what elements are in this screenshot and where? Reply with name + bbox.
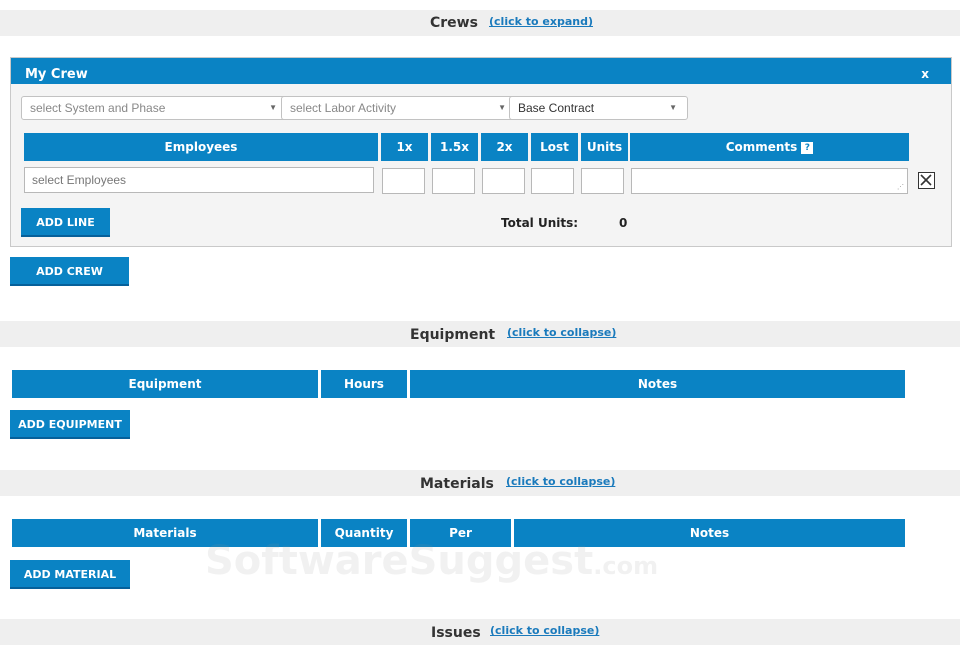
materials-title: Materials — [420, 476, 494, 492]
watermark-logo: SoftwareSuggest.com — [205, 538, 658, 584]
crew-title: My Crew — [25, 67, 88, 82]
equipment-toggle-link[interactable]: (click to collapse) — [507, 321, 616, 345]
total-units-label: Total Units: — [501, 216, 579, 230]
add-line-button[interactable]: ADD LINE — [21, 208, 110, 237]
equipment-notes-column-header: Notes — [410, 370, 905, 398]
materials-toggle-link[interactable]: (click to collapse) — [506, 470, 615, 494]
close-box-icon[interactable] — [918, 172, 935, 189]
comments-column-header: Comments? — [630, 133, 909, 161]
labor-activity-select[interactable]: select Labor Activity ▼ — [281, 96, 517, 120]
equipment-section-bar: Equipment (click to collapse) — [0, 321, 960, 347]
equipment-column-header: Equipment — [12, 370, 318, 398]
remove-line-glyph — [920, 174, 932, 186]
two-x-input[interactable] — [482, 168, 525, 194]
units-input[interactable] — [581, 168, 624, 194]
lost-input[interactable] — [531, 168, 574, 194]
comments-column-label: Comments — [725, 140, 798, 154]
add-equipment-button[interactable]: ADD EQUIPMENT — [10, 410, 130, 439]
chevron-down-icon: ▼ — [498, 103, 506, 112]
one-x-column-header: 1x — [381, 133, 428, 161]
one-five-x-column-header: 1.5x — [431, 133, 478, 161]
total-units-value: 0 — [619, 216, 628, 230]
crew-close-button[interactable]: x — [921, 58, 929, 84]
one-x-input[interactable] — [382, 168, 425, 194]
watermark-main: SoftwareSuggest — [205, 538, 594, 584]
crews-section-bar: Crews (click to expand) — [0, 10, 960, 36]
system-phase-select-label: select System and Phase — [30, 101, 166, 115]
question-icon[interactable]: ? — [801, 141, 814, 154]
issues-title: Issues — [431, 625, 481, 641]
two-x-column-header: 2x — [481, 133, 528, 161]
units-column-header: Units — [581, 133, 628, 161]
chevron-down-icon: ▼ — [669, 103, 677, 112]
issues-section-bar: Issues (click to collapse) — [0, 619, 960, 645]
hours-column-header: Hours — [321, 370, 407, 398]
add-material-button[interactable]: ADD MATERIAL — [10, 560, 130, 589]
watermark-suffix: .com — [593, 552, 659, 580]
chevron-down-icon: ▼ — [269, 103, 277, 112]
crews-title: Crews — [430, 15, 478, 31]
equipment-title: Equipment — [410, 327, 496, 343]
materials-section-bar: Materials (click to collapse) — [0, 470, 960, 496]
contract-select-label: Base Contract — [518, 101, 595, 115]
employees-input[interactable]: select Employees — [24, 167, 374, 193]
contract-select[interactable]: Base Contract ▼ — [509, 96, 688, 120]
crews-toggle-link[interactable]: (click to expand) — [489, 10, 593, 34]
crew-header: My Crew x — [11, 58, 951, 84]
resize-grip-icon[interactable]: ⋰ — [897, 184, 904, 192]
employees-column-header: Employees — [24, 133, 378, 161]
issues-toggle-link[interactable]: (click to collapse) — [490, 619, 599, 643]
labor-activity-select-label: select Labor Activity — [290, 101, 397, 115]
one-five-x-input[interactable] — [432, 168, 475, 194]
lost-column-header: Lost — [531, 133, 578, 161]
comments-textarea[interactable]: ⋰ — [631, 168, 908, 194]
add-crew-button[interactable]: ADD CREW — [10, 257, 129, 286]
crew-panel: My Crew x select System and Phase ▼ sele… — [10, 57, 952, 247]
system-phase-select[interactable]: select System and Phase ▼ — [21, 96, 288, 120]
